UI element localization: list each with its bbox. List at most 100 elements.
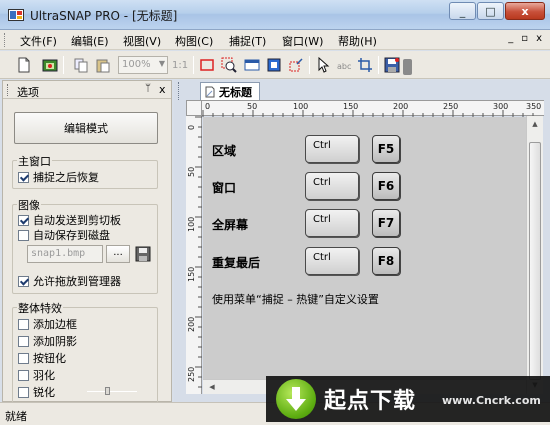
tab-untitled[interactable]: 无标题 [200, 82, 260, 100]
capture-settings-icon[interactable] [42, 57, 58, 73]
hotkey-label-fullscreen: 全屏幕 [212, 218, 249, 232]
allow-drag-manager-checkbox[interactable] [18, 275, 29, 287]
mdi-restore-button[interactable]: ▫ [521, 33, 528, 44]
minimize-button[interactable]: _ [449, 2, 476, 20]
effect-feather-option[interactable]: 羽化 [18, 367, 55, 383]
maximize-icon: □ [485, 4, 496, 18]
effect-buttonize-option[interactable]: 按钮化 [18, 350, 66, 366]
filename-field[interactable]: snap1.bmp [27, 245, 103, 263]
horizontal-ruler-ticks [202, 110, 534, 117]
hotkey-label-repeat-last: 重复最后 [212, 256, 261, 270]
document-tab-grip[interactable] [178, 82, 186, 100]
auto-save-disk-option[interactable]: 自动保存到磁盘 [18, 227, 110, 243]
menu-window[interactable]: 窗口(W) [282, 33, 323, 49]
vertical-scrollbar[interactable]: ▲ ▼ [526, 116, 543, 394]
sharpen-slider-thumb[interactable] [105, 387, 110, 395]
effect-buttonize-checkbox[interactable] [18, 352, 29, 364]
watermark-banner: 起点下载 www.Cncrk.com [266, 376, 550, 422]
edit-mode-button[interactable]: 编辑模式 [14, 112, 158, 144]
tab-untitled-label: 无标题 [219, 85, 252, 99]
menu-file[interactable]: 文件(F) [20, 33, 57, 49]
sharpen-slider[interactable] [87, 387, 137, 395]
object-capture-icon[interactable] [266, 57, 282, 73]
ruler-h-label: 50 [247, 102, 258, 111]
effect-add-shadow-checkbox[interactable] [18, 335, 29, 347]
panel-close-icon[interactable]: x [159, 83, 166, 96]
download-arrow-glyph [286, 387, 306, 411]
toolbar: 100% ▼ 1:1 abc [0, 51, 550, 79]
effect-sharpen-checkbox[interactable] [18, 386, 29, 398]
download-arrow-icon [276, 379, 316, 419]
title-bar: UltraSNAP PRO - [无标题] _ □ x [0, 0, 550, 30]
vertical-ruler: 0 50 100 150 200 250 [186, 116, 202, 394]
maximize-button[interactable]: □ [477, 2, 504, 20]
hotkey-label-window: 窗口 [212, 181, 237, 195]
menubar-grip[interactable] [4, 33, 7, 47]
pointer-icon[interactable] [315, 57, 331, 73]
ruler-v-label: 250 [187, 366, 196, 382]
menu-view[interactable]: 视图(V) [123, 33, 161, 49]
restore-after-capture-label: 捕捉之后恢复 [33, 171, 99, 184]
mdi-minimize-button[interactable]: _ [508, 33, 513, 44]
menu-capture[interactable]: 捕捉(T) [229, 33, 266, 49]
scroll-up-icon[interactable]: ▲ [528, 117, 542, 131]
close-window-button[interactable]: x [505, 2, 545, 20]
auto-send-clipboard-label: 自动发送到剪切板 [33, 214, 121, 227]
save-icon[interactable] [384, 57, 400, 73]
hotkey-function-key: F5 [372, 135, 400, 163]
auto-save-disk-checkbox[interactable] [18, 229, 29, 241]
effect-sharpen-label: 锐化 [33, 386, 55, 399]
menu-help[interactable]: 帮助(H) [338, 33, 377, 49]
magnifier-icon[interactable] [221, 57, 237, 73]
scroll-left-icon[interactable]: ◀ [205, 380, 219, 394]
paste-icon[interactable] [95, 57, 111, 73]
text-tool-icon[interactable]: abc [336, 57, 352, 73]
region-capture-icon[interactable] [288, 57, 304, 73]
pin-icon[interactable]: ᛘ [145, 83, 151, 94]
auto-send-clipboard-option[interactable]: 自动发送到剪切板 [18, 212, 121, 228]
crop-icon[interactable] [357, 57, 373, 73]
auto-send-clipboard-checkbox[interactable] [18, 214, 29, 226]
auto-save-disk-label: 自动保存到磁盘 [33, 229, 110, 242]
effect-add-shadow-option[interactable]: 添加阴影 [18, 333, 77, 349]
sharpen-slider-track [87, 391, 137, 392]
ruler-v-label: 200 [187, 316, 196, 332]
capture-canvas[interactable]: 区域 Ctrl F5 窗口 Ctrl F6 全屏幕 Ctrl F7 重复最后 C… [203, 117, 526, 394]
zoom-select[interactable]: 100% ▼ [118, 56, 168, 74]
ruler-corner [186, 100, 202, 116]
horizontal-ruler: 0 50 100 150 200 250 300 350 [186, 100, 544, 117]
main-window-legend: 主窗口 [17, 153, 52, 169]
restore-after-capture-option[interactable]: 捕捉之后恢复 [18, 169, 99, 185]
effect-add-border-checkbox[interactable] [18, 318, 29, 330]
watermark-title: 起点下载 [324, 389, 417, 414]
ultrasnap-app-icon[interactable] [8, 7, 24, 23]
effect-add-border-label: 添加边框 [33, 318, 77, 331]
effect-feather-label: 羽化 [33, 369, 55, 382]
browse-button[interactable]: ... [106, 245, 130, 263]
image-group: 图像 自动发送到剪切板 自动保存到磁盘 snap1.bmp ... 允许拖放到管… [12, 197, 158, 294]
new-file-icon[interactable] [16, 57, 32, 73]
zoom-ratio-button[interactable]: 1:1 [172, 60, 188, 71]
effect-add-shadow-label: 添加阴影 [33, 335, 77, 348]
main-window-group: 主窗口 捕捉之后恢复 [12, 153, 158, 189]
watermark-url: www.Cncrk.com [442, 394, 541, 407]
copy-icon[interactable] [73, 57, 89, 73]
menu-compose[interactable]: 构图(C) [175, 33, 213, 49]
save-small-icon[interactable] [135, 246, 151, 262]
hotkey-modifier-key: Ctrl [305, 135, 359, 163]
toolbar-overflow-button[interactable] [403, 59, 412, 75]
effect-sharpen-option[interactable]: 锐化 [18, 384, 55, 400]
window-capture-icon[interactable] [244, 57, 260, 73]
ruler-h-label: 200 [393, 102, 409, 111]
panel-grip[interactable] [7, 84, 10, 96]
rectangle-capture-icon[interactable] [199, 57, 215, 73]
vertical-scroll-thumb[interactable] [529, 142, 541, 380]
menu-edit[interactable]: 编辑(E) [71, 33, 109, 49]
effect-add-border-option[interactable]: 添加边框 [18, 316, 77, 332]
effect-feather-checkbox[interactable] [18, 369, 29, 381]
allow-drag-manager-option[interactable]: 允许拖放到管理器 [18, 273, 121, 289]
restore-after-capture-checkbox[interactable] [18, 171, 29, 183]
ruler-h-label: 300 [493, 102, 509, 111]
hotkey-modifier-key: Ctrl [305, 209, 359, 237]
mdi-close-button[interactable]: x [536, 33, 542, 44]
